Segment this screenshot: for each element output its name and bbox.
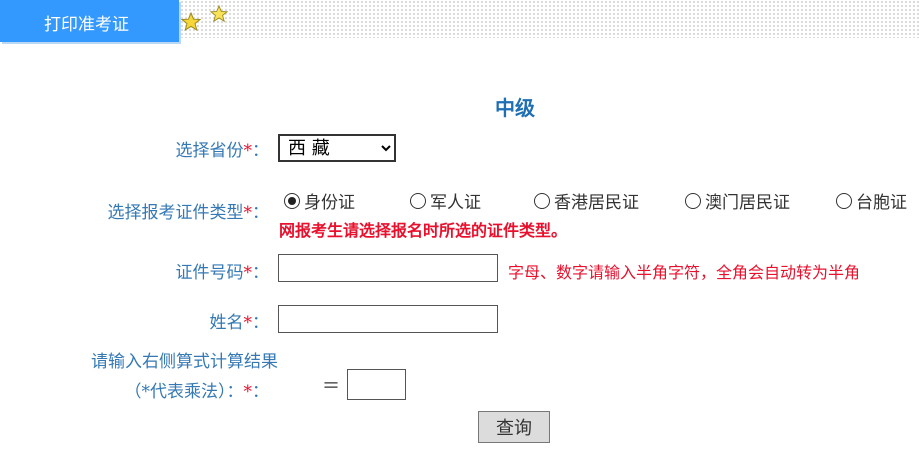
id-type-warning: 网报考生请选择报名时所选的证件类型。 bbox=[279, 221, 568, 240]
tab-print-admission-ticket[interactable]: 打印准考证 bbox=[0, 0, 179, 42]
radio-button[interactable] bbox=[685, 193, 701, 209]
star-icon bbox=[210, 5, 228, 23]
id-type-label: 选择报考证件类型*： bbox=[107, 203, 270, 223]
name-label: 姓名*： bbox=[209, 313, 270, 333]
name-input[interactable] bbox=[278, 305, 498, 333]
province-label: 选择省份*： bbox=[175, 141, 270, 161]
radio-button[interactable] bbox=[534, 193, 550, 209]
id-number-label: 证件号码*： bbox=[175, 263, 270, 283]
radio-button[interactable] bbox=[284, 193, 300, 209]
radio-button[interactable] bbox=[410, 193, 426, 209]
query-button[interactable]: 查询 bbox=[478, 411, 550, 443]
tab-label: 打印准考证 bbox=[44, 15, 129, 35]
page-title: 中级 bbox=[495, 96, 535, 120]
radio-macau-resident[interactable]: 澳门居民证 bbox=[685, 188, 790, 213]
captcha-equals-sign: ＝ bbox=[322, 376, 340, 397]
star-icon bbox=[181, 12, 201, 32]
radio-id-card[interactable]: 身份证 bbox=[284, 188, 355, 213]
province-select[interactable]: 西 藏 bbox=[278, 134, 396, 162]
id-number-hint: 字母、数字请输入半角字符，全角会自动转为半角 bbox=[508, 263, 861, 282]
radio-hk-resident[interactable]: 香港居民证 bbox=[534, 188, 639, 213]
captcha-label-line2: （*代表乘法）：*： bbox=[124, 382, 270, 402]
captcha-label-line1: 请输入右侧算式计算结果 bbox=[91, 352, 278, 372]
radio-button[interactable] bbox=[836, 193, 852, 209]
id-number-input[interactable] bbox=[278, 254, 498, 282]
captcha-input[interactable] bbox=[347, 369, 406, 400]
radio-military-id[interactable]: 军人证 bbox=[410, 188, 481, 213]
radio-taiwan-compatriot[interactable]: 台胞证 bbox=[836, 188, 907, 213]
